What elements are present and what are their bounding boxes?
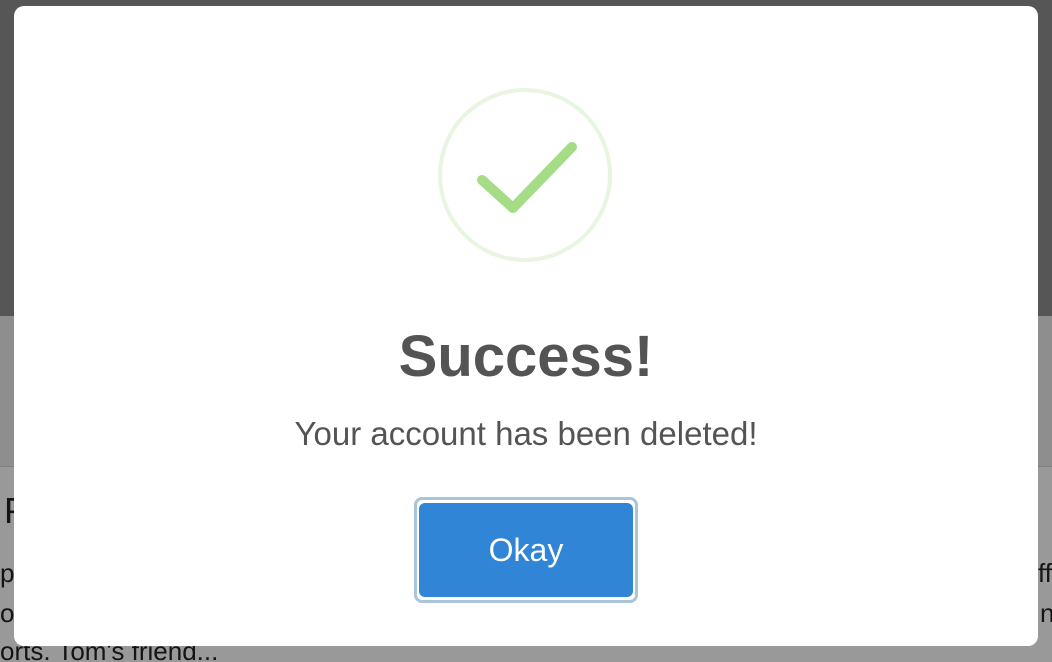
success-dialog: Success! Your account has been deleted! … [14,6,1038,646]
page: P p ffe o n orts. Tom's friend... Succes… [0,0,1052,662]
success-check-icon [436,86,614,264]
okay-button[interactable]: Okay [419,503,633,597]
dialog-title: Success! [398,324,654,389]
dialog-message: Your account has been deleted! [294,415,758,452]
